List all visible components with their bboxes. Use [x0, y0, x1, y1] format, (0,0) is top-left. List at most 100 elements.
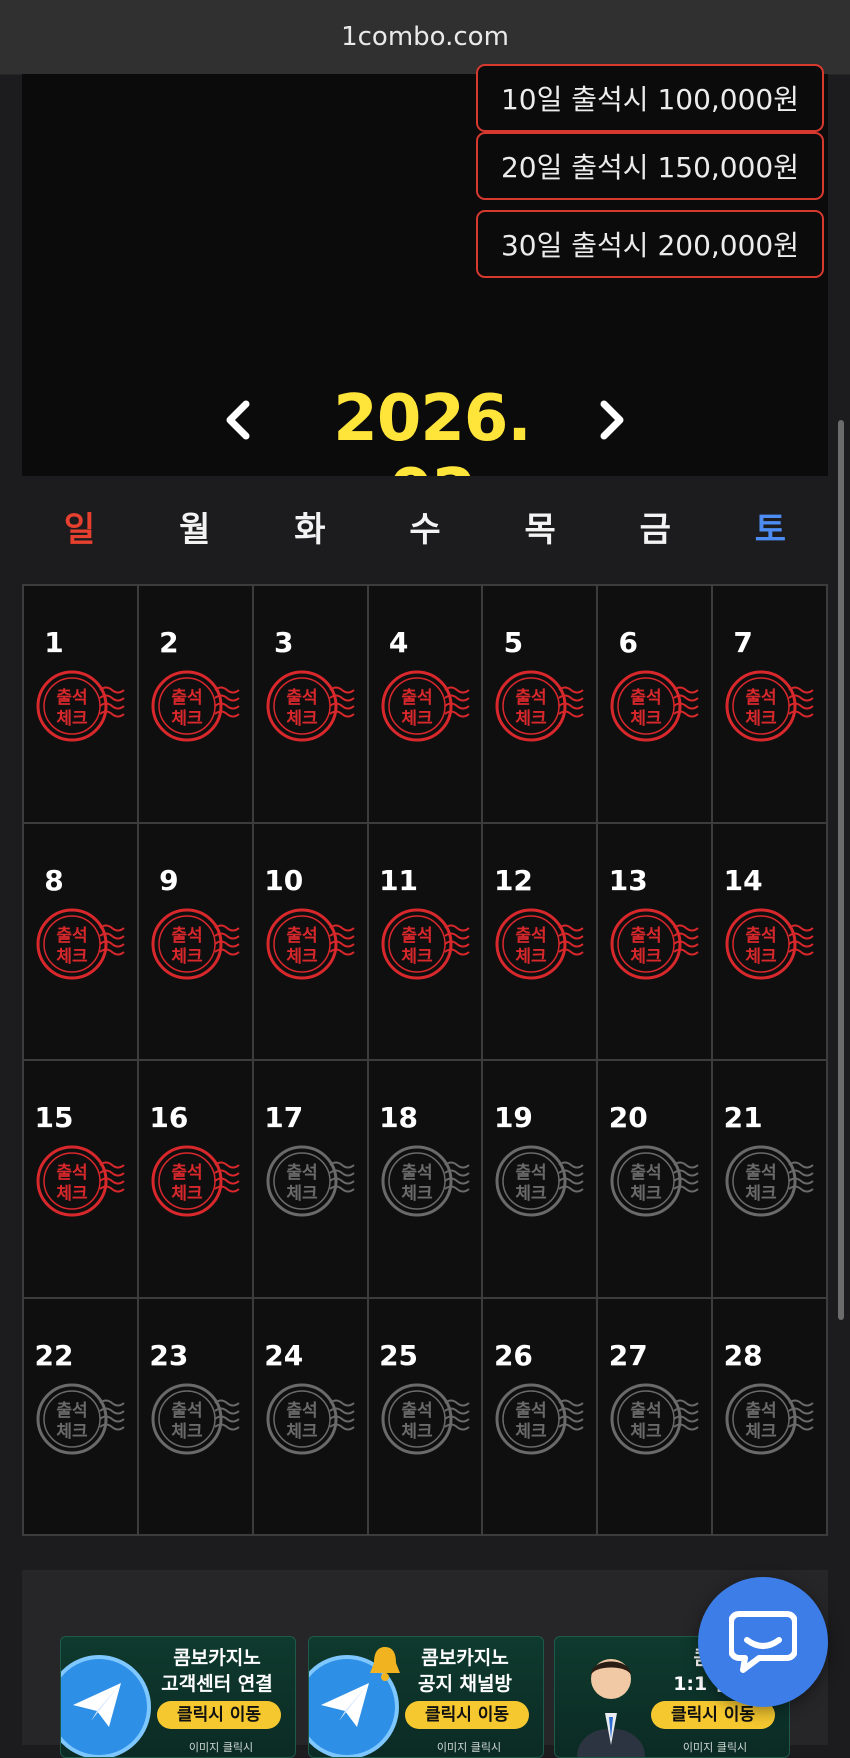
attendance-stamp-checked-icon: 출석체크: [610, 670, 699, 742]
stamp-text-line-2: 체크: [56, 1184, 88, 1204]
attendance-stamp-unchecked-icon: 출석체크: [725, 1145, 814, 1217]
stamp-text-line-2: 체크: [516, 947, 548, 967]
calendar-day-cell[interactable]: 18 출석 체크: [368, 1061, 484, 1299]
calendar-day-cell[interactable]: 4 출석 체크: [368, 586, 484, 824]
attendance-stamp-checked-icon: 출석체크: [495, 908, 585, 979]
day-number: 10: [264, 863, 304, 897]
day-number: 14: [723, 863, 763, 897]
stamp-text-line-1: 출석: [401, 926, 432, 946]
calendar-day-cell[interactable]: 6 출석 체크: [598, 586, 714, 824]
banner-notice-channel[interactable]: 콤보카지노 공지 채널방 클릭시 이동 이미지 클릭시: [308, 1636, 544, 1758]
day-number: 26: [493, 1338, 533, 1372]
stamp-text-line-2: 체크: [516, 1422, 548, 1442]
stamp-text-line-1: 출석: [286, 926, 317, 946]
attendance-stamp-unchecked-icon: 출석체크: [495, 1145, 585, 1217]
chevron-left-icon: [226, 400, 250, 440]
stamp-text-line-2: 체크: [171, 947, 203, 967]
attendance-stamp-unchecked-icon: 출석체크: [266, 1145, 355, 1217]
attendance-stamp-unchecked-icon: 출석체크: [36, 1383, 125, 1454]
stamp-text-line-1: 출석: [516, 926, 547, 946]
day-number: 28: [723, 1338, 763, 1372]
prev-month-button[interactable]: [218, 396, 258, 444]
day-number: 19: [493, 1101, 533, 1134]
url-text: 1combo.com: [341, 22, 509, 52]
day-number: 12: [493, 863, 533, 897]
attendance-stamp-checked-icon: 출석체크: [381, 908, 470, 979]
day-number: 22: [34, 1338, 74, 1372]
scrollbar-thumb[interactable]: [838, 420, 844, 1320]
calendar-day-cell[interactable]: 20 출석 체크: [598, 1061, 714, 1299]
calendar-day-cell[interactable]: 9 출석 체크: [138, 823, 254, 1061]
day-number: 9: [159, 863, 179, 897]
attendance-header: 10일 출석시 100,000원 20일 출석시 150,000원 30일 출석…: [22, 64, 828, 530]
calendar-day-cell[interactable]: 15 출석 체크: [24, 1061, 139, 1299]
day-number: 7: [733, 626, 753, 659]
reward-10-days: 10일 출석시 100,000원: [476, 64, 824, 132]
next-month-button[interactable]: [592, 396, 632, 444]
calendar-day-cell[interactable]: 8 출석 체크: [24, 823, 139, 1061]
attendance-stamp-checked-icon: 출석체크: [151, 670, 240, 742]
reward-30-days: 30일 출석시 200,000원: [476, 210, 824, 278]
day-number: 5: [503, 626, 524, 659]
calendar-day-cell[interactable]: 13 출석 체크: [598, 823, 714, 1061]
stamp-text-line-1: 출석: [401, 1163, 432, 1183]
calendar-day-cell[interactable]: 25 출석 체크: [368, 1298, 484, 1536]
day-number: 15: [34, 1101, 74, 1134]
calendar-day-cell[interactable]: 26 출석 체크: [483, 1298, 599, 1536]
day-number: 27: [608, 1338, 648, 1372]
stamp-text-line-1: 출석: [516, 1401, 547, 1421]
stamp-text-line-2: 체크: [631, 947, 663, 967]
stamp-text-line-2: 체크: [746, 1422, 778, 1442]
weekday-fri: 금: [639, 510, 671, 550]
calendar-day-cell[interactable]: 1 출석 체크: [24, 586, 139, 824]
calendar-day-cell[interactable]: 3 출석 체크: [253, 586, 369, 824]
calendar-day-cell[interactable]: 23 출석 체크: [138, 1298, 254, 1536]
stamp-text-line-1: 출석: [401, 1401, 432, 1421]
reward-label: 10일 출석시 100,000원: [500, 83, 800, 116]
stamp-text-line-1: 출석: [516, 1163, 547, 1183]
stamp-text-line-2: 체크: [746, 709, 778, 729]
stamp-text-line-1: 출석: [401, 688, 432, 708]
day-number: 6: [618, 626, 639, 659]
stamp-text-line-1: 출석: [56, 688, 87, 708]
stamp-text-line-1: 출석: [746, 926, 777, 946]
calendar-day-cell[interactable]: 27 출석 체크: [598, 1298, 714, 1536]
calendar-day-cell[interactable]: 28 출석 체크: [713, 1298, 828, 1536]
stamp-text-line-2: 체크: [401, 709, 433, 729]
stamp-text-line-1: 출석: [746, 688, 777, 708]
day-number: 8: [44, 863, 64, 897]
calendar-day-cell[interactable]: 7 출석 체크: [713, 586, 828, 824]
calendar-day-cell[interactable]: 5 출석 체크: [483, 586, 599, 824]
stamp-text-line-2: 체크: [401, 947, 433, 967]
stamp-text-line-1: 출석: [171, 1401, 202, 1421]
calendar-day-cell[interactable]: 24 출석 체크: [253, 1298, 369, 1536]
stamp-text-line-2: 체크: [746, 947, 778, 967]
calendar-day-cell[interactable]: 17 출석 체크: [253, 1061, 369, 1299]
calendar-day-cell[interactable]: 22 출석 체크: [24, 1298, 139, 1536]
calendar-day-cell[interactable]: 16 출석 체크: [138, 1061, 254, 1299]
calendar-day-cell[interactable]: 14 출석 체크: [713, 823, 828, 1061]
stamp-text-line-2: 체크: [56, 947, 88, 967]
banner-customer-center[interactable]: 콤보카지노 고객센터 연결 클릭시 이동 이미지 클릭시: [60, 1636, 296, 1758]
attendance-stamp-checked-icon: 출석체크: [381, 670, 470, 742]
calendar-day-cell[interactable]: 21 출석 체크: [713, 1061, 828, 1299]
calendar-day-cell[interactable]: 19 출석 체크: [483, 1061, 599, 1299]
stamp-text-line-2: 체크: [171, 709, 203, 729]
stamp-text-line-1: 출석: [286, 1401, 317, 1421]
banner-caption: 이미지 클릭시: [188, 1741, 254, 1754]
attendance-stamp-checked-icon: 출석체크: [495, 670, 585, 742]
attendance-stamp-checked-icon: 출석체크: [36, 908, 125, 979]
banner-title-1: 콤보카지노: [173, 1647, 261, 1669]
weekday-sun: 일: [63, 510, 96, 550]
day-number: 4: [388, 626, 409, 659]
day-number: 24: [264, 1338, 304, 1372]
calendar-day-cell[interactable]: 10 출석 체크: [253, 823, 369, 1061]
live-chat-button[interactable]: [698, 1577, 828, 1707]
day-number: 16: [149, 1101, 189, 1134]
stamp-text-line-1: 출석: [746, 1163, 777, 1183]
calendar-day-cell[interactable]: 2 출석 체크: [138, 586, 254, 824]
attendance-stamp-unchecked-icon: 출석체크: [381, 1145, 470, 1217]
stamp-text-line-1: 출석: [286, 688, 317, 708]
calendar-day-cell[interactable]: 11 출석 체크: [368, 823, 484, 1061]
calendar-day-cell[interactable]: 12 출석 체크: [483, 823, 599, 1061]
